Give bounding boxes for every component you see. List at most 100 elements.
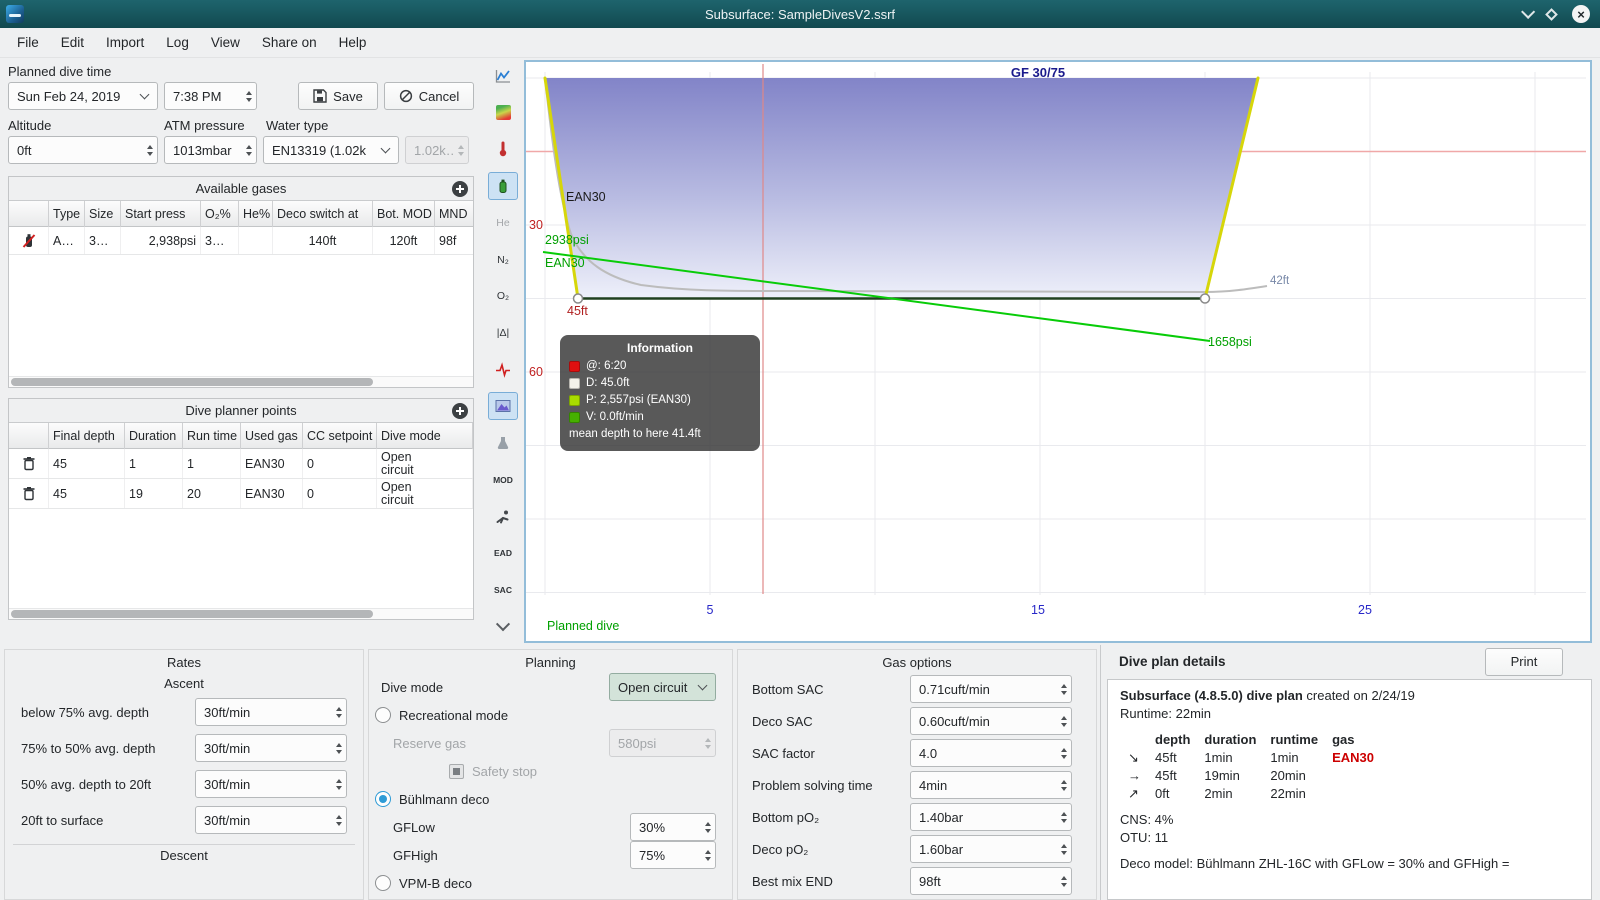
safety-stop-checkbox[interactable] xyxy=(449,763,464,779)
gf-label: GF 30/75 xyxy=(1011,65,1065,80)
spinner-arrows[interactable] xyxy=(241,90,252,102)
spinner-arrows[interactable] xyxy=(1056,811,1067,823)
menu-log[interactable]: Log xyxy=(155,31,200,54)
spinner-arrows[interactable] xyxy=(700,821,711,833)
pn-helium-button[interactable]: He xyxy=(488,209,518,237)
deco-nd-button[interactable] xyxy=(488,503,518,531)
tank-pressure-button[interactable] xyxy=(488,172,518,201)
cancel-button[interactable]: Cancel xyxy=(384,82,474,110)
gflow-spinner[interactable]: 30% xyxy=(630,813,716,841)
ceiling-button[interactable] xyxy=(488,392,518,421)
point-table-row[interactable]: 45 19 20 EAN30 0 Open circuit xyxy=(9,479,473,509)
ascent-rate-spinner[interactable]: 30ft/min xyxy=(195,734,347,762)
spinner-arrows[interactable] xyxy=(1056,715,1067,727)
dive-time-spinner[interactable]: 7:38 PM xyxy=(164,82,257,110)
ascent-rate-spinner[interactable]: 30ft/min xyxy=(195,806,347,834)
dive-date-select[interactable]: Sun Feb 24, 2019 xyxy=(8,82,158,110)
menu-file[interactable]: File xyxy=(6,31,50,54)
buhlmann-deco-radio[interactable] xyxy=(375,791,391,807)
photos-button[interactable] xyxy=(488,99,518,127)
remove-gas-icon[interactable] xyxy=(21,233,37,249)
save-button[interactable]: Save xyxy=(298,82,378,110)
tissues-button[interactable] xyxy=(488,429,518,457)
altitude-spinner[interactable]: 0ft xyxy=(8,136,158,164)
spinner-arrows[interactable] xyxy=(1056,779,1067,791)
spinner-arrows[interactable] xyxy=(1056,843,1067,855)
spinner-arrows[interactable] xyxy=(331,778,342,790)
horizontal-scrollbar[interactable] xyxy=(9,376,473,387)
panel-splitter[interactable] xyxy=(1100,645,1103,900)
add-gas-button[interactable] xyxy=(452,181,468,197)
points-table-header[interactable]: Final depth Duration Run time Used gas C… xyxy=(9,423,473,449)
ead-button[interactable]: EAD xyxy=(488,539,518,567)
menu-help[interactable]: Help xyxy=(328,31,378,54)
save-icon xyxy=(313,89,327,103)
temperature-button[interactable] xyxy=(488,135,518,163)
atm-pressure-spinner[interactable]: 1013mbar xyxy=(164,136,257,164)
gradient-factor-button[interactable]: |Δ| xyxy=(488,319,518,347)
mod-button[interactable]: MOD xyxy=(488,466,518,494)
best-mix-end-spinner[interactable]: 98ft xyxy=(910,867,1072,895)
deco-sac-spinner[interactable]: 0.60cuft/min xyxy=(910,707,1072,735)
deco-po2-spinner[interactable]: 1.60bar xyxy=(910,835,1072,863)
print-button[interactable]: Print xyxy=(1485,647,1563,676)
delete-point-icon[interactable] xyxy=(22,486,36,501)
spinner-arrows[interactable] xyxy=(142,144,153,156)
bottom-po2-spinner[interactable]: 1.40bar xyxy=(910,803,1072,831)
pn-nitrogen-button[interactable]: N₂ xyxy=(488,246,518,274)
dive-mode-select[interactable]: Open circuit xyxy=(609,673,716,701)
menu-share-on[interactable]: Share on xyxy=(251,31,328,54)
ascent-rate-spinner[interactable]: 30ft/min xyxy=(195,698,347,726)
water-type-select[interactable]: EN13319 (1.02k xyxy=(263,136,399,164)
recreational-mode-radio[interactable] xyxy=(375,707,391,723)
spinner-arrows[interactable] xyxy=(1056,683,1067,695)
helium-icon: He xyxy=(496,216,510,229)
chevron-down-icon xyxy=(380,143,391,154)
scrollbar-thumb[interactable] xyxy=(11,378,373,386)
gases-table-header[interactable]: Type Size Start press O₂% He% Deco switc… xyxy=(9,201,473,227)
depth-area xyxy=(545,78,1258,299)
spinner-arrows[interactable] xyxy=(331,742,342,754)
vpmb-deco-radio[interactable] xyxy=(375,875,391,891)
spinner-arrows[interactable] xyxy=(700,849,711,861)
spinner-arrows[interactable] xyxy=(1056,747,1067,759)
add-point-button[interactable] xyxy=(452,403,468,419)
gas-table-row[interactable]: A… 3… 2,938psi 3… 140ft 120ft 98f xyxy=(9,227,473,255)
sac-factor-spinner[interactable]: 4.0 xyxy=(910,739,1072,767)
heart-rate-button[interactable] xyxy=(488,356,518,384)
end-pressure-label: 1658psi xyxy=(1208,335,1252,349)
problem-solving-time-label: Problem solving time xyxy=(752,777,873,793)
spinner-arrows[interactable] xyxy=(1056,875,1067,887)
time-tick: 25 xyxy=(1358,603,1372,617)
spinner-arrows[interactable] xyxy=(331,814,342,826)
profile-scale-button[interactable] xyxy=(488,62,518,90)
problem-solving-time-spinner[interactable]: 4min xyxy=(910,771,1072,799)
horizontal-scrollbar[interactable] xyxy=(9,608,473,619)
waypoint-handle[interactable] xyxy=(1199,293,1211,304)
depth-tick: 30 xyxy=(529,218,543,232)
menu-edit[interactable]: Edit xyxy=(50,31,95,54)
pn-oxygen-button[interactable]: O₂ xyxy=(488,282,518,310)
scrollbar-thumb[interactable] xyxy=(11,610,373,618)
level-arrow-icon: → xyxy=(1128,768,1141,783)
dive-profile-panel[interactable]: GF 30/75 EAN30 2938psi EAN30 45ft 42ft 1… xyxy=(524,60,1592,643)
close-icon[interactable]: × xyxy=(1572,5,1590,23)
collapse-toolbar-button[interactable] xyxy=(488,613,518,641)
ascent-rate-spinner[interactable]: 30ft/min xyxy=(195,770,347,798)
chevron-down-icon xyxy=(139,89,150,100)
dive-plan-text[interactable]: Subsurface (4.8.5.0) dive plan created o… xyxy=(1107,679,1592,900)
minimize-icon[interactable] xyxy=(1521,4,1536,19)
gfhigh-spinner[interactable]: 75% xyxy=(630,841,716,869)
bottom-sac-spinner[interactable]: 0.71cuft/min xyxy=(910,675,1072,703)
buhlmann-deco-label: Bühlmann deco xyxy=(399,791,490,807)
spinner-arrows[interactable] xyxy=(331,706,342,718)
menu-view[interactable]: View xyxy=(200,31,251,54)
sac-button[interactable]: SAC xyxy=(488,576,518,604)
spinner-arrows[interactable] xyxy=(241,144,252,156)
maximize-icon[interactable] xyxy=(1545,7,1558,21)
delete-point-icon[interactable] xyxy=(22,456,36,471)
menu-import[interactable]: Import xyxy=(95,31,155,54)
waypoint-handle[interactable] xyxy=(572,293,584,304)
point-table-row[interactable]: 45 1 1 EAN30 0 Open circuit xyxy=(9,449,473,479)
spinner-arrows xyxy=(453,144,464,156)
